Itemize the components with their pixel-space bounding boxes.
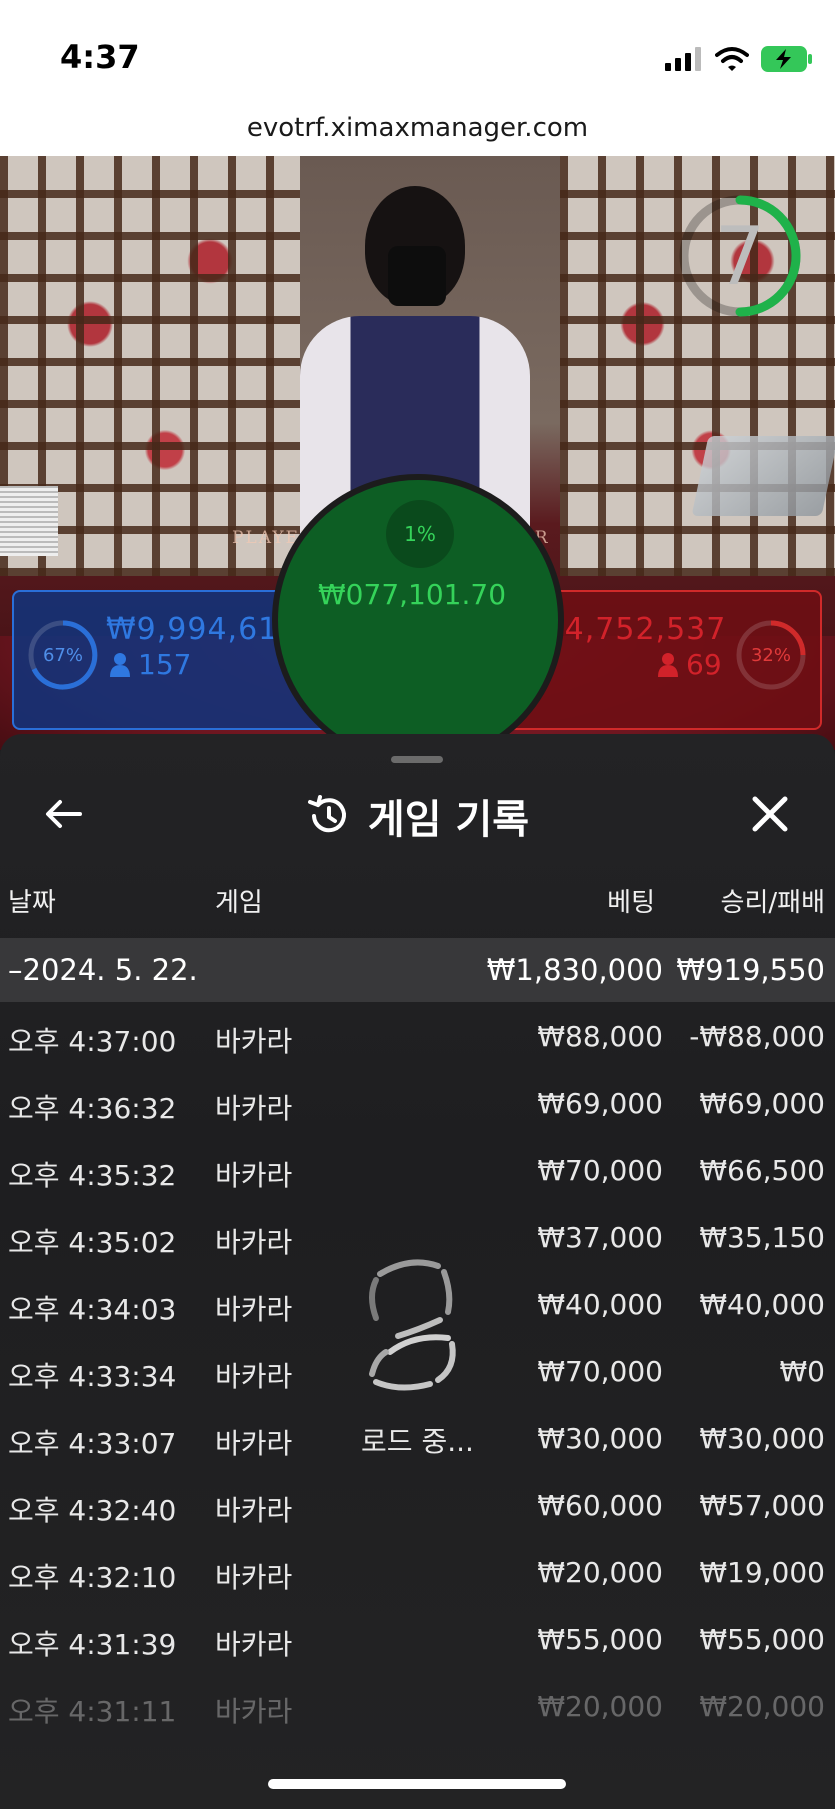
close-icon	[752, 796, 788, 832]
status-icons	[665, 46, 813, 72]
row-bet: ₩20,000	[537, 1690, 663, 1723]
person-icon	[658, 652, 678, 677]
timer-seconds: 7	[714, 209, 766, 303]
banker-bettors: 69	[658, 648, 722, 681]
sheet-title-text: 게임 기록	[367, 797, 530, 843]
history-icon	[307, 795, 346, 833]
player-bettor-count: 157	[138, 648, 192, 681]
player-bettors: 157	[110, 648, 191, 681]
home-indicator[interactable]	[268, 1779, 566, 1789]
history-row[interactable]: 오후 4:35:32 바카라 ₩70,000 ₩66,500	[0, 1136, 835, 1203]
row-game: 바카라	[215, 1360, 293, 1393]
date-group-row[interactable]: –2024. 5. 22. ₩1,830,000 ₩919,550	[0, 938, 835, 1002]
row-time: 오후 4:35:02	[8, 1226, 177, 1259]
battery-icon	[761, 46, 812, 72]
history-row[interactable]: 오후 4:37:00 바카라 ₩88,000 -₩88,000	[0, 1002, 835, 1069]
row-result: ₩19,000	[699, 1556, 825, 1589]
row-game: 바카라	[215, 1293, 293, 1326]
row-bet: ₩20,000	[537, 1556, 663, 1589]
row-time: 오후 4:32:40	[8, 1494, 177, 1527]
status-time: 4:37	[60, 38, 140, 76]
date-group-bet-total: ₩1,830,000	[486, 953, 663, 987]
column-header-date: 날짜	[8, 888, 56, 918]
bet-timer: 7	[675, 191, 805, 321]
column-header-bet: 베팅	[607, 888, 655, 918]
row-bet: ₩37,000	[537, 1221, 663, 1254]
row-time: 오후 4:35:32	[8, 1159, 177, 1192]
row-result: ₩55,000	[699, 1623, 825, 1656]
row-result: -₩88,000	[689, 1020, 825, 1053]
date-group-label: –2024. 5. 22.	[8, 953, 198, 987]
history-row[interactable]: 오후 4:31:11 바카라 ₩20,000 ₩20,000	[0, 1672, 835, 1739]
row-time: 오후 4:33:34	[8, 1360, 177, 1393]
game-history-sheet: 게임 기록 날짜 게임 베팅 승리/패배 –2024. 5. 22. ₩1,83…	[0, 734, 835, 1809]
row-game: 바카라	[215, 1561, 293, 1594]
loading-text: 로드 중...	[361, 1425, 474, 1458]
date-group-result-total: ₩919,550	[676, 953, 825, 987]
row-result: ₩69,000	[699, 1087, 825, 1120]
row-game: 바카라	[215, 1092, 293, 1125]
tie-percent: 1%	[386, 500, 454, 568]
row-bet: ₩40,000	[537, 1288, 663, 1321]
player-percent: 67%	[42, 644, 83, 666]
column-header-result: 승리/패배	[720, 888, 825, 918]
signal-icon	[665, 47, 701, 71]
row-time: 오후 4:32:10	[8, 1561, 177, 1594]
row-game: 바카라	[215, 1159, 293, 1192]
row-game: 바카라	[215, 1628, 293, 1661]
card-stack	[0, 486, 58, 556]
row-result: ₩0	[779, 1355, 826, 1388]
history-row[interactable]: 오후 4:31:39 바카라 ₩55,000 ₩55,000	[0, 1605, 835, 1672]
row-result: ₩35,150	[699, 1221, 825, 1254]
address-bar[interactable]: evotrf.ximaxmanager.com	[0, 100, 835, 156]
url-text: evotrf.ximaxmanager.com	[246, 113, 589, 143]
row-time: 오후 4:36:32	[8, 1092, 177, 1125]
history-row[interactable]: 오후 4:36:32 바카라 ₩69,000 ₩69,000	[0, 1069, 835, 1136]
loading-spinner-icon	[369, 1259, 456, 1391]
row-time: 오후 4:31:11	[8, 1695, 177, 1728]
history-row[interactable]: 오후 4:32:10 바카라 ₩20,000 ₩19,000	[0, 1538, 835, 1605]
wifi-icon	[715, 47, 749, 71]
sheet-grabber[interactable]	[391, 756, 443, 763]
tie-bet-area[interactable]: 1% ₩077,101.70	[272, 474, 564, 766]
row-bet: ₩69,000	[537, 1087, 663, 1120]
row-time: 오후 4:31:39	[8, 1628, 177, 1661]
banker-percent: 32%	[750, 644, 791, 666]
row-bet: ₩60,000	[537, 1489, 663, 1522]
row-result: ₩57,000	[699, 1489, 825, 1522]
sheet-title: 게임 기록	[0, 788, 835, 844]
column-header-game: 게임	[215, 888, 263, 918]
row-time: 오후 4:37:00	[8, 1025, 177, 1058]
status-bar: 4:37	[0, 0, 835, 110]
row-game: 바카라	[215, 1226, 293, 1259]
row-bet: ₩70,000	[537, 1154, 663, 1187]
row-result: ₩40,000	[699, 1288, 825, 1321]
player-total-amount: ₩9,994,611	[106, 612, 299, 647]
close-button[interactable]	[742, 786, 798, 842]
history-row[interactable]: 오후 4:32:40 바카라 ₩60,000 ₩57,000	[0, 1471, 835, 1538]
dealer-mask	[388, 246, 446, 306]
row-result: ₩20,000	[699, 1690, 825, 1723]
row-bet: ₩70,000	[537, 1355, 663, 1388]
row-time: 오후 4:34:03	[8, 1293, 177, 1326]
card-shoe	[691, 436, 835, 516]
person-icon	[110, 652, 130, 677]
banker-bettor-count: 69	[686, 648, 722, 681]
row-result: ₩66,500	[699, 1154, 825, 1187]
row-game: 바카라	[215, 1494, 293, 1527]
tie-total-amount: ₩077,101.70	[318, 578, 507, 611]
row-game: 바카라	[215, 1695, 293, 1728]
row-bet: ₩55,000	[537, 1623, 663, 1656]
row-game: 바카라	[215, 1025, 293, 1058]
row-bet: ₩88,000	[537, 1020, 663, 1053]
